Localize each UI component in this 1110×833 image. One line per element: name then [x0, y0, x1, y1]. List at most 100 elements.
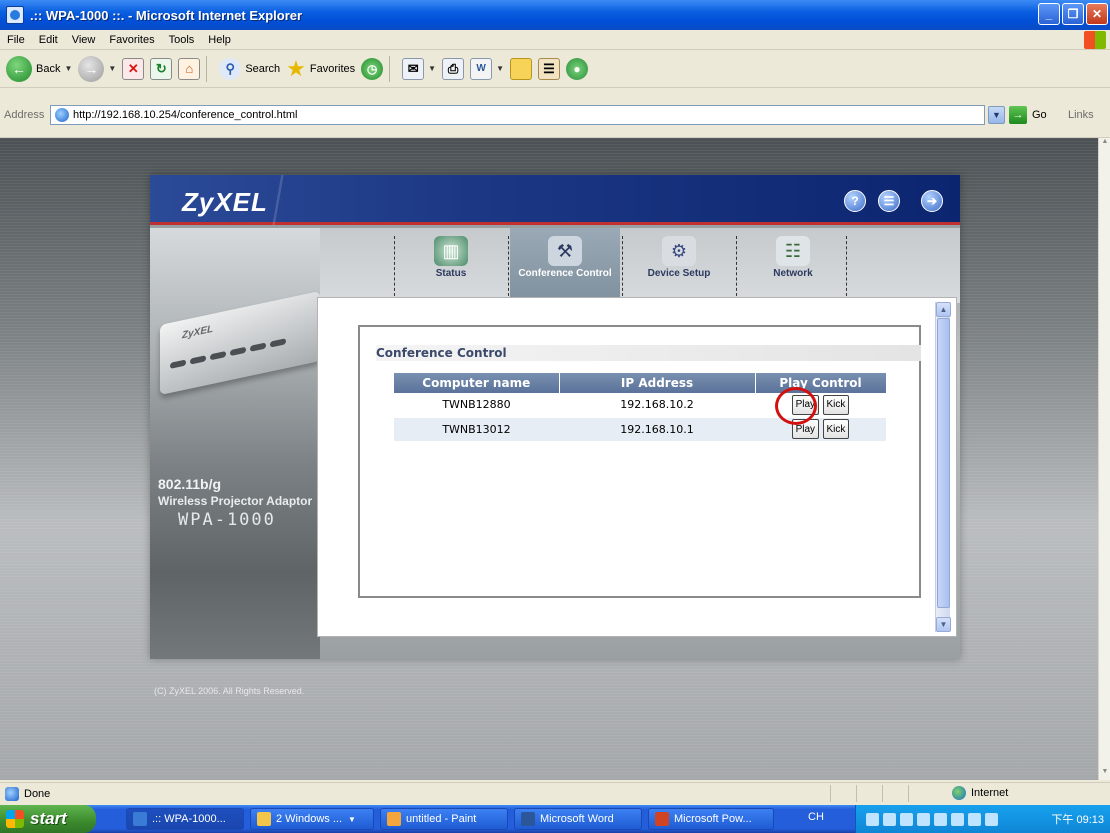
mail-button[interactable]: ✉ ▼: [402, 53, 436, 85]
taskbar-item-paint[interactable]: untitled - Paint: [380, 808, 508, 830]
kick-button[interactable]: Kick: [822, 394, 850, 415]
kick-button[interactable]: Kick: [822, 419, 850, 439]
edit-button[interactable]: W ▼: [470, 53, 504, 85]
go-arrow-icon: →: [1009, 106, 1027, 124]
home-button[interactable]: ⌂: [178, 53, 201, 85]
device-setup-icon: ⚙: [662, 236, 696, 266]
browser-scroll-up-icon[interactable]: ▲: [1099, 138, 1110, 150]
refresh-icon: ↻: [150, 57, 173, 80]
restore-button[interactable]: ❐: [1062, 3, 1084, 25]
taskbar-item-word[interactable]: Microsoft Word: [514, 808, 642, 830]
home-icon: ⌂: [178, 57, 201, 80]
toolbar: ← Back ▼ → ▼ ✕ ↻ ⌂ ⚲ Search ★ Favorites …: [0, 50, 1110, 88]
status-cells: [830, 785, 932, 802]
ime-tray-icon[interactable]: [985, 812, 998, 826]
menu-bar: File Edit View Favorites Tools Help: [0, 30, 1110, 50]
nav-status-label: Status: [435, 268, 467, 279]
nav-network[interactable]: ☷ Network: [738, 228, 848, 303]
nav-divider: [394, 236, 395, 296]
device-leds: [170, 338, 286, 369]
nav-device-setup[interactable]: ⚙ Device Setup: [624, 228, 734, 303]
header-decoration: [270, 175, 286, 225]
back-button[interactable]: ← Back ▼: [6, 53, 72, 85]
input-method-tray-icon[interactable]: [934, 812, 947, 826]
ip-address-cell: 192.168.10.1: [559, 417, 755, 442]
browser-scrollbar[interactable]: ▲ ▼: [1098, 138, 1110, 780]
go-button[interactable]: → Go: [1009, 106, 1047, 124]
mail-dropdown-icon[interactable]: ▼: [428, 64, 436, 73]
done-icon: [5, 786, 19, 801]
favorites-button[interactable]: ★ Favorites: [286, 53, 355, 85]
panel-title: Conference Control: [376, 345, 921, 361]
edit-dropdown-icon[interactable]: ▼: [496, 64, 504, 73]
nav-network-label: Network: [773, 268, 813, 279]
help-icon[interactable]: ?: [844, 190, 866, 212]
forward-button[interactable]: → ▼: [78, 53, 116, 85]
close-button[interactable]: ✕: [1086, 3, 1108, 25]
scroll-down-icon[interactable]: ▼: [936, 617, 951, 632]
frame-scrollbar[interactable]: ▲ ▼: [935, 302, 951, 632]
messenger-icon: ●: [566, 57, 588, 80]
scroll-thumb[interactable]: [937, 318, 950, 608]
nav-device-setup-label: Device Setup: [647, 268, 711, 279]
menu-favorites[interactable]: Favorites: [102, 34, 161, 46]
window-controls: _ ❐ ✕: [1038, 3, 1108, 25]
play-control-cell: Play Kick: [755, 417, 886, 442]
wireless-tray-icon[interactable]: [951, 812, 964, 826]
links-button[interactable]: Links: [1068, 109, 1094, 121]
start-button[interactable]: start: [0, 805, 96, 833]
menu-help[interactable]: Help: [201, 34, 238, 46]
notes-icon[interactable]: ☰: [878, 190, 900, 212]
back-arrow-icon: ←: [6, 55, 32, 82]
language-indicator[interactable]: CH: [808, 811, 824, 823]
search-button[interactable]: ⚲ Search: [219, 53, 280, 85]
volume-tray-icon[interactable]: [883, 812, 896, 826]
taskbar-item-ie[interactable]: .:: WPA-1000...: [126, 808, 244, 830]
status-text: Done: [24, 787, 51, 800]
security-tray-icon[interactable]: [917, 812, 930, 826]
stop-button[interactable]: ✕: [122, 53, 145, 85]
messenger-tray-icon[interactable]: [900, 812, 913, 826]
status-icon: ▥: [434, 236, 468, 266]
nav-conference-control[interactable]: ⚒ Conference Control: [510, 228, 620, 303]
back-dropdown-icon[interactable]: ▼: [64, 64, 72, 73]
menu-file[interactable]: File: [0, 34, 32, 46]
clock[interactable]: 下午 09:13: [1051, 811, 1104, 827]
research-button[interactable]: ☰: [538, 53, 560, 85]
network-tray-icon[interactable]: [866, 812, 879, 826]
product-name: 802.11b/g Wireless Projector Adaptor WPA…: [158, 476, 312, 530]
refresh-button[interactable]: ↻: [150, 53, 173, 85]
toolbar-separator: [206, 55, 208, 82]
header-ip-address: IP Address: [559, 373, 756, 393]
address-input[interactable]: http://192.168.10.254/conference_control…: [50, 105, 985, 125]
menu-edit[interactable]: Edit: [32, 34, 65, 46]
taskbar-item-explorer[interactable]: 2 Windows ... ▼: [250, 808, 374, 830]
browser-scroll-down-icon[interactable]: ▼: [1099, 768, 1110, 780]
stop-icon: ✕: [122, 57, 145, 80]
taskbar-item-powerpoint[interactable]: Microsoft Pow...: [648, 808, 774, 830]
menu-view[interactable]: View: [65, 34, 103, 46]
nav-status[interactable]: ▥ Status: [396, 228, 506, 303]
minimize-button[interactable]: _: [1038, 3, 1060, 25]
mail-icon: ✉: [402, 57, 425, 80]
messenger-button[interactable]: ●: [566, 53, 588, 85]
history-button[interactable]: ◷: [361, 53, 384, 85]
toolbar-separator: [389, 55, 391, 82]
address-label: Address: [4, 109, 45, 121]
menu-tools[interactable]: Tools: [162, 34, 202, 46]
forward-arrow-icon: →: [78, 55, 105, 82]
forward-dropdown-icon[interactable]: ▼: [108, 64, 116, 73]
scroll-up-icon[interactable]: ▲: [936, 302, 951, 317]
address-url: http://192.168.10.254/conference_control…: [73, 109, 298, 121]
nav-conference-control-label: Conference Control: [518, 268, 612, 279]
print-button[interactable]: ⎙: [442, 53, 465, 85]
system-tray: 下午 09:13: [855, 805, 1110, 833]
internet-zone-icon: [952, 786, 966, 800]
folder-button[interactable]: [510, 53, 532, 85]
print-icon: ⎙: [442, 57, 465, 80]
windows-logo-icon: [1084, 31, 1106, 49]
address-dropdown-icon[interactable]: ▼: [988, 106, 1005, 124]
search-icon: ⚲: [219, 57, 242, 80]
logout-icon[interactable]: ➔: [921, 190, 943, 212]
update-tray-icon[interactable]: [968, 812, 981, 826]
